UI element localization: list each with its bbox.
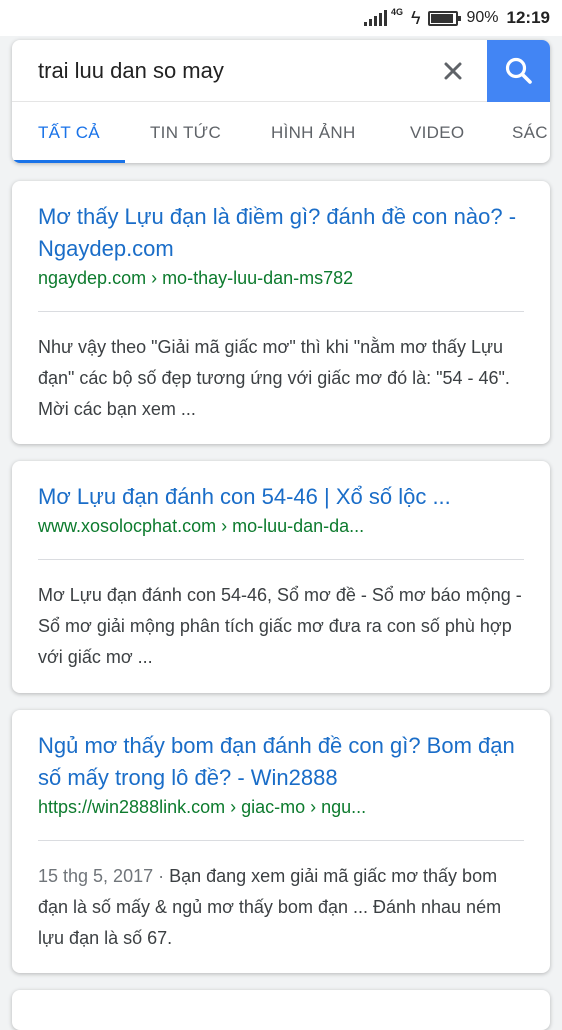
result-date: 15 thg 5, 2017 ·	[38, 866, 170, 886]
tab-news[interactable]: TIN TỨC	[150, 102, 221, 163]
search-result: Mơ thấy Lựu đạn là điềm gì? đánh đề con …	[12, 181, 550, 444]
active-tab-indicator	[12, 160, 125, 163]
result-title[interactable]: Mơ Lựu đạn đánh con 54-46 | Xổ số lộc ..…	[38, 481, 524, 513]
clock: 12:19	[506, 8, 550, 27]
result-title[interactable]: Mơ thấy Lựu đạn là điềm gì? đánh đề con …	[38, 201, 524, 265]
result-url[interactable]: ngaydep.com › mo-thay-luu-dan-ms782	[38, 265, 524, 291]
result-snippet: 15 thg 5, 2017 · Bạn đang xem giải mã gi…	[38, 861, 524, 954]
tab-images[interactable]: HÌNH ẢNH	[271, 102, 356, 163]
search-tabs: TẤT CẢ TIN TỨC HÌNH ẢNH VIDEO SÁC	[12, 102, 550, 163]
tab-shopping[interactable]: SÁC	[512, 102, 548, 163]
search-icon	[505, 57, 532, 84]
close-icon	[444, 62, 462, 80]
result-snippet-text: Mơ Lựu đạn đánh con 54-46, Sổ mơ đề - Sổ…	[38, 585, 522, 667]
result-snippet: Mơ Lựu đạn đánh con 54-46, Sổ mơ đề - Sổ…	[38, 580, 524, 673]
search-result: Mơ Lựu đạn đánh con 54-46 | Xổ số lộc ..…	[12, 461, 550, 693]
network-type: 4G	[390, 7, 403, 17]
result-url[interactable]: www.xosolocphat.com › mo-luu-dan-da...	[38, 513, 524, 539]
tab-all[interactable]: TẤT CẢ	[38, 102, 100, 163]
clear-button[interactable]	[436, 54, 470, 88]
result-snippet-text: Như vậy theo "Giải mã giấc mơ" thì khi "…	[38, 337, 510, 419]
divider	[38, 840, 524, 841]
result-title[interactable]: Ngủ mơ thấy bom đạn đánh đề con gì? Bom …	[38, 730, 524, 794]
search-result: Ngủ mơ thấy bom đạn đánh đề con gì? Bom …	[12, 710, 550, 973]
search-bar: trai luu dan so may	[12, 40, 550, 102]
data-saver-icon: ϟ	[410, 7, 421, 28]
search-result-partial	[12, 990, 550, 1030]
battery-icon	[428, 10, 462, 26]
search-button[interactable]	[487, 40, 550, 102]
divider	[38, 559, 524, 560]
divider	[38, 311, 524, 312]
search-card: trai luu dan so may TẤT CẢ TIN TỨC HÌNH …	[12, 40, 550, 163]
battery-percent: 90%	[466, 9, 499, 26]
signal-icon	[363, 10, 387, 26]
result-snippet: Như vậy theo "Giải mã giấc mơ" thì khi "…	[38, 332, 524, 425]
status-bar: 4G ϟ 90% 12:19	[0, 0, 562, 36]
result-url[interactable]: https://win2888link.com › giac-mo › ngu.…	[38, 794, 524, 820]
search-input[interactable]: trai luu dan so may	[38, 40, 418, 102]
tab-videos[interactable]: VIDEO	[410, 102, 464, 163]
